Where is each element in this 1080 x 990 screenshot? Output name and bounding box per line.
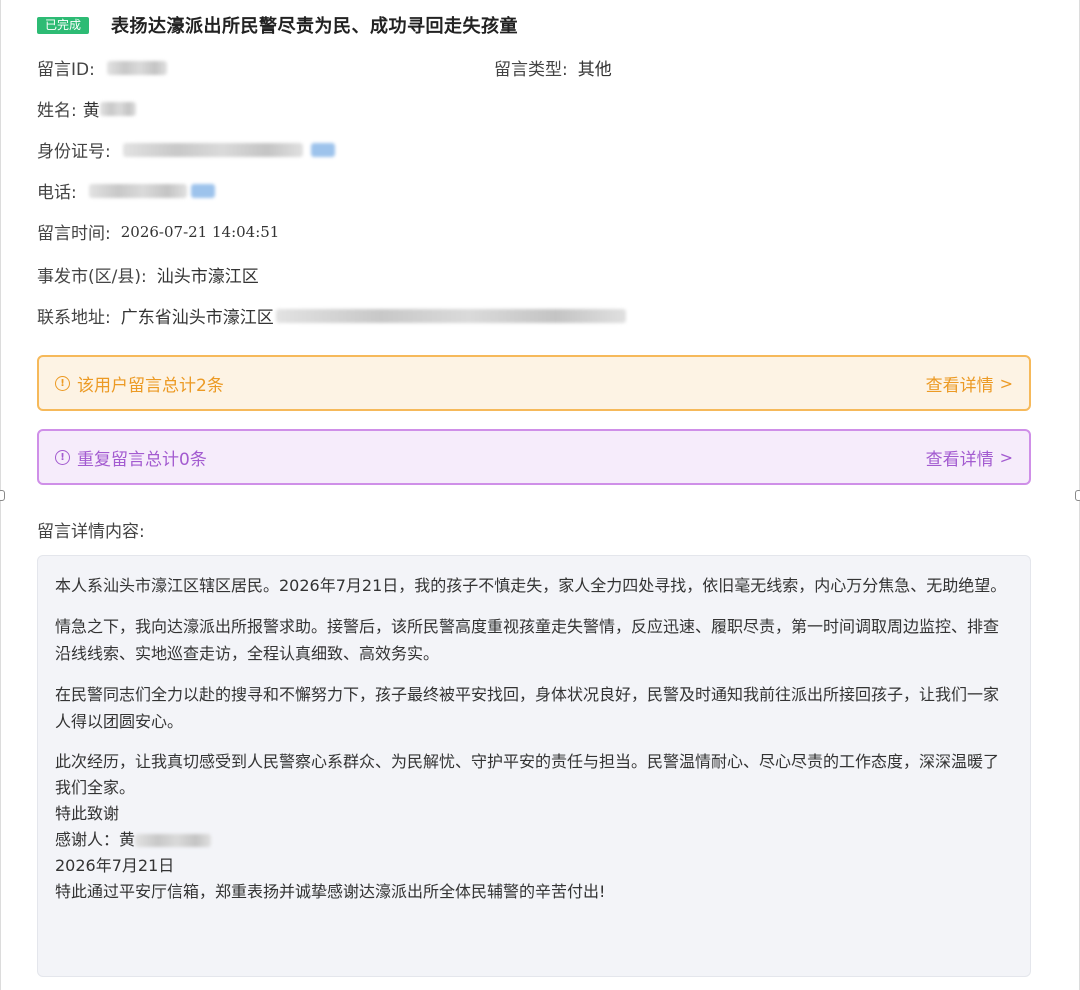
message-detail-page: 已完成 表扬达濠派出所民警尽责为民、成功寻回走失孩童 留言ID: 留言类型: 其… (0, 0, 1080, 990)
status-badge: 已完成 (37, 16, 90, 34)
info-circle-icon: ! (55, 449, 70, 465)
message-type-label: 留言类型: (494, 60, 568, 80)
signer-redacted (135, 834, 212, 847)
message-id-field: 留言ID: (37, 55, 167, 80)
resize-handle-left[interactable] (0, 490, 5, 501)
content-paragraph: 本人系汕头市濠江区辖区居民。2026年7月21日，我的孩子不慎走失，家人全力四处… (55, 576, 1007, 595)
name-value: 黄 (82, 101, 100, 121)
info-circle-icon: ! (55, 375, 70, 391)
city-value: 汕头市濠江区 (156, 267, 259, 287)
content-closing: 特此致谢 (55, 804, 120, 823)
id-number-view-icon[interactable] (310, 142, 335, 157)
name-redacted (99, 101, 136, 116)
address-redacted (275, 308, 626, 323)
message-time-field: 留言时间: 2026-07-21 14:04:51 (37, 219, 280, 245)
duplicate-message-total-alert: ! 重复留言总计0条 查看详情 > (37, 429, 1031, 485)
name-label: 姓名: (37, 101, 77, 121)
page-title: 表扬达濠派出所民警尽责为民、成功寻回走失孩童 (111, 16, 519, 37)
phone-field: 电话: (37, 178, 215, 203)
name-field: 姓名: 黄 (37, 96, 136, 121)
id-number-field: 身份证号: (37, 137, 335, 162)
content-paragraph: 在民警同志们全力以赴的搜寻和不懈努力下，孩子最终被平安找回，身体状况良好，民警及… (55, 685, 1000, 731)
content-section-title: 留言详情内容: (37, 522, 145, 542)
duplicate-message-detail-link[interactable]: 查看详情 > (926, 445, 1013, 470)
message-type-field: 留言类型: 其他 (494, 55, 612, 80)
user-message-detail-label: 查看详情 (925, 375, 994, 396)
address-label: 联系地址: (37, 308, 111, 328)
phone-view-icon[interactable] (190, 183, 215, 198)
content-signer-row: 感谢人：黄 (55, 827, 1010, 853)
chevron-right-icon: > (999, 447, 1013, 467)
chevron-right-icon: > (999, 373, 1013, 393)
address-value: 广东省汕头市濠江区 (120, 308, 274, 328)
message-time-label: 留言时间: (37, 224, 111, 244)
resize-handle-right[interactable] (1075, 490, 1080, 501)
address-field: 联系地址: 广东省汕头市濠江区 (37, 303, 626, 328)
message-id-redacted (106, 60, 167, 75)
user-message-detail-link[interactable]: 查看详情 > (926, 371, 1013, 396)
duplicate-message-detail-label: 查看详情 (925, 449, 994, 470)
content-paragraph: 情急之下，我向达濠派出所报警求助。接警后，该所民警高度重视孩童走失警情，反应迅速… (55, 617, 1000, 663)
content-signer: 感谢人：黄 (55, 830, 136, 849)
message-content-box: 本人系汕头市濠江区辖区居民。2026年7月21日，我的孩子不慎走失，家人全力四处… (37, 555, 1031, 977)
content-final: 特此通过平安厅信箱，郑重表扬并诚挚感谢达濠派出所全体民辅警的辛苦付出! (55, 882, 606, 901)
content-paragraph: 此次经历，让我真切感受到人民警察心系群众、为民解忧、守护平安的责任与担当。民警温… (55, 752, 1000, 797)
page-header: 已完成 表扬达濠派出所民警尽责为民、成功寻回走失孩童 (37, 12, 518, 38)
message-id-label: 留言ID: (37, 60, 95, 80)
city-field: 事发市(区/县): 汕头市濠江区 (37, 262, 259, 287)
content-date: 2026年7月21日 (55, 856, 175, 875)
message-type-value: 其他 (577, 60, 612, 80)
id-number-label: 身份证号: (37, 142, 111, 162)
phone-label: 电话: (37, 183, 77, 203)
user-message-total-text: 该用户留言总计2条 (77, 375, 224, 396)
message-time-value: 2026-07-21 14:04:51 (120, 222, 280, 241)
id-number-redacted (122, 142, 303, 157)
city-label: 事发市(区/县): (37, 267, 147, 287)
user-message-total-alert: ! 该用户留言总计2条 查看详情 > (37, 355, 1031, 411)
duplicate-message-total-text: 重复留言总计0条 (77, 449, 207, 470)
phone-redacted (88, 183, 187, 198)
